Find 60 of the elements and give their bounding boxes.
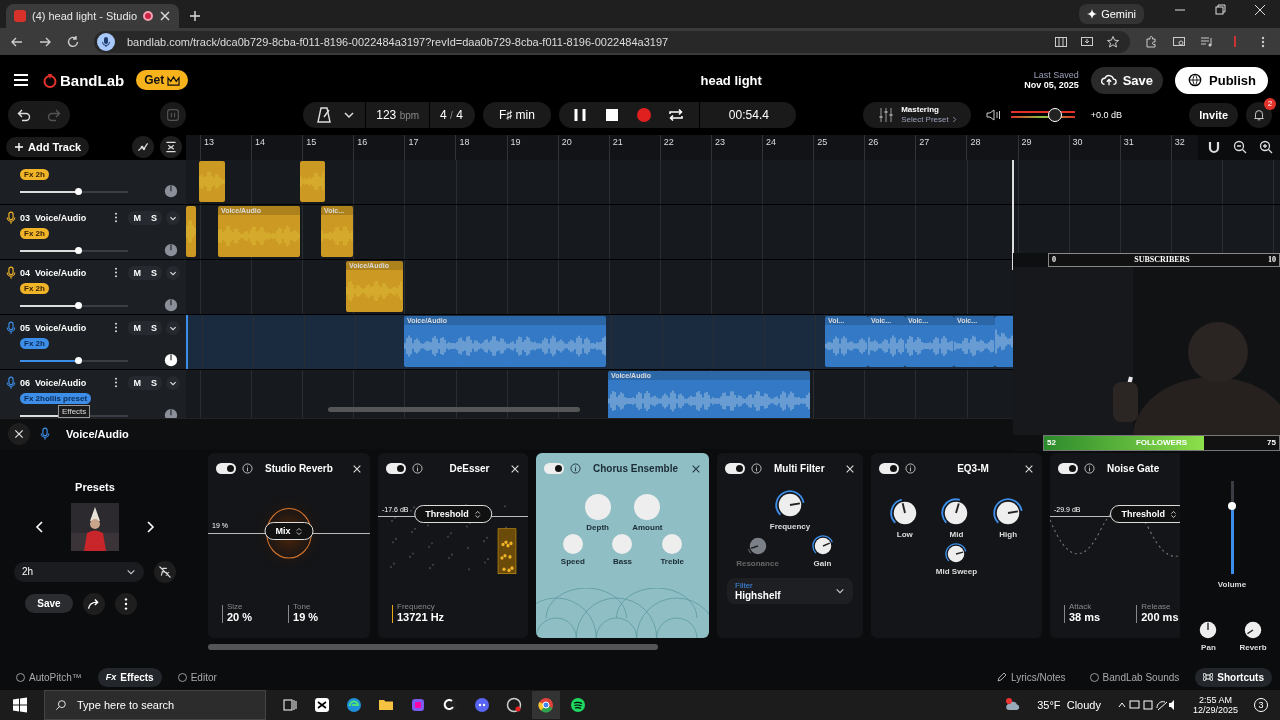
effect-title: Multi Filter — [774, 463, 826, 475]
followers-label: FOLLOWERS — [1135, 438, 1188, 448]
bar-number: 25 — [813, 134, 865, 160]
effect-title: EQ3-M — [956, 463, 990, 475]
pan-label: Pan — [1201, 642, 1216, 652]
notification-count: 2 — [1264, 97, 1276, 110]
bar-number: 17 — [404, 134, 456, 160]
knob-label: Bass — [612, 556, 633, 566]
parameter-label: Attack — [1069, 601, 1093, 611]
volume-label: Volume — [1217, 579, 1247, 589]
knob-label: Depth — [586, 522, 609, 532]
knob-label: Amount — [632, 522, 663, 532]
bar-number: 22 — [659, 134, 711, 160]
knob-label: Gain — [813, 558, 832, 568]
bar-number: 21 — [608, 134, 660, 160]
bar-number: 29 — [1017, 134, 1069, 160]
knob-label: High — [999, 529, 1018, 539]
last-saved-date: Nov 05, 2025 — [1024, 80, 1079, 91]
parameter-label: Size — [227, 601, 244, 611]
effect-title: Studio Reverb — [265, 463, 334, 475]
reverb-label: Reverb — [1239, 642, 1267, 652]
bar-number: 24 — [762, 134, 814, 160]
bar-number: 19 — [506, 134, 558, 160]
followers-min: 52 — [1047, 438, 1056, 448]
bar-number: 28 — [966, 134, 1018, 160]
tab-title: (4) head light - Studio — [32, 9, 138, 22]
bar-number: 26 — [864, 134, 916, 160]
knob-label: Frequency — [769, 521, 811, 531]
time-display: 00:54.4 — [727, 107, 770, 122]
bar-number: 23 — [710, 134, 763, 160]
bar-number: 31 — [1119, 134, 1171, 160]
url-text: bandlab.com/track/dca0b729-8cba-f011-8196-0022484a3197?revId=daa0b729-8cba-f011-8196-0022484a3197 — [127, 35, 669, 48]
knob-label: Resonance — [736, 558, 779, 568]
presets-title: Presets — [75, 480, 115, 493]
effect-title: Chorus Ensemble — [593, 463, 680, 475]
last-saved-label: Last Saved — [1033, 70, 1079, 81]
bar-number: 16 — [353, 134, 405, 160]
bar-number: 13 — [200, 134, 252, 160]
track-name: Voice/Audio — [66, 427, 129, 440]
knob-label: Speed — [560, 556, 585, 566]
master-db-reading: +0.0 dB — [1090, 109, 1122, 120]
bar-number: 20 — [557, 134, 609, 160]
parameter-label: Frequency — [397, 601, 436, 611]
knob-label: Low — [896, 529, 913, 539]
knob-label: Treble — [660, 556, 684, 566]
followers-max: 75 — [1267, 438, 1276, 448]
knob-label: Mid — [949, 529, 964, 539]
knob-label: Mid Sweep — [935, 566, 978, 576]
parameter-label: Release — [1141, 601, 1172, 611]
preset-name: 2h — [22, 566, 34, 578]
search-placeholder: Type here to search — [77, 699, 175, 711]
bar-number: 18 — [455, 134, 507, 160]
bar-number: 15 — [302, 134, 354, 160]
project-title: head light — [700, 72, 762, 88]
effect-title: DeEsser — [448, 463, 491, 475]
bar-number: 14 — [251, 134, 303, 160]
bar-number: 30 — [1068, 134, 1120, 160]
bar-number: 27 — [915, 134, 967, 160]
parameter-label: Tone — [293, 601, 312, 611]
effect-title: Noise Gate — [1107, 463, 1161, 475]
